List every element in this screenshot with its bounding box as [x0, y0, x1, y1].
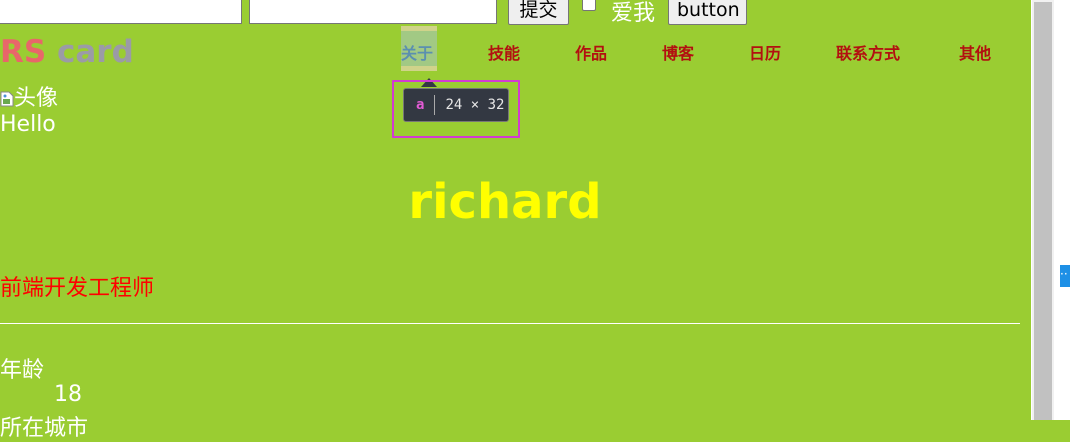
- form-bar: 提交 爱我 button: [0, 0, 1030, 26]
- scroll-thumb[interactable]: [1034, 2, 1052, 420]
- text-input-1[interactable]: [0, 0, 242, 24]
- nav-contact[interactable]: 联系方式: [836, 40, 900, 64]
- nav-about[interactable]: 关于: [401, 40, 433, 64]
- checkbox-label: 爱我: [611, 1, 656, 26]
- age-label: 年龄: [0, 358, 45, 383]
- edge-tab[interactable]: ··: [1060, 265, 1070, 287]
- age-value: 18: [54, 382, 82, 407]
- submit-button[interactable]: 提交: [508, 0, 569, 25]
- profile-name: richard: [408, 174, 602, 230]
- nav-calendar[interactable]: 日历: [749, 40, 781, 64]
- nav-skills[interactable]: 技能: [488, 40, 520, 64]
- divider: [0, 323, 1020, 324]
- text-input-2[interactable]: [249, 0, 497, 24]
- avatar: 头像: [0, 80, 58, 112]
- nav-blog[interactable]: 博客: [662, 40, 694, 64]
- love-checkbox[interactable]: [582, 0, 596, 11]
- plain-button[interactable]: button: [668, 0, 747, 25]
- broken-image-icon: [0, 88, 14, 107]
- annotation-box: [392, 80, 520, 138]
- greeting: Hello: [0, 112, 56, 137]
- nav-other[interactable]: 其他: [959, 40, 991, 64]
- profile-role: 前端开发工程师: [0, 276, 155, 301]
- avatar-alt-text: 头像: [14, 86, 59, 111]
- inspector-margin-bottom: [401, 66, 437, 71]
- scrollbar[interactable]: [1031, 0, 1070, 420]
- nav-works[interactable]: 作品: [575, 40, 607, 64]
- main-nav: 关于 技能 作品 博客 日历 联系方式 其他: [0, 40, 1030, 64]
- city-label: 所在城市: [0, 416, 89, 441]
